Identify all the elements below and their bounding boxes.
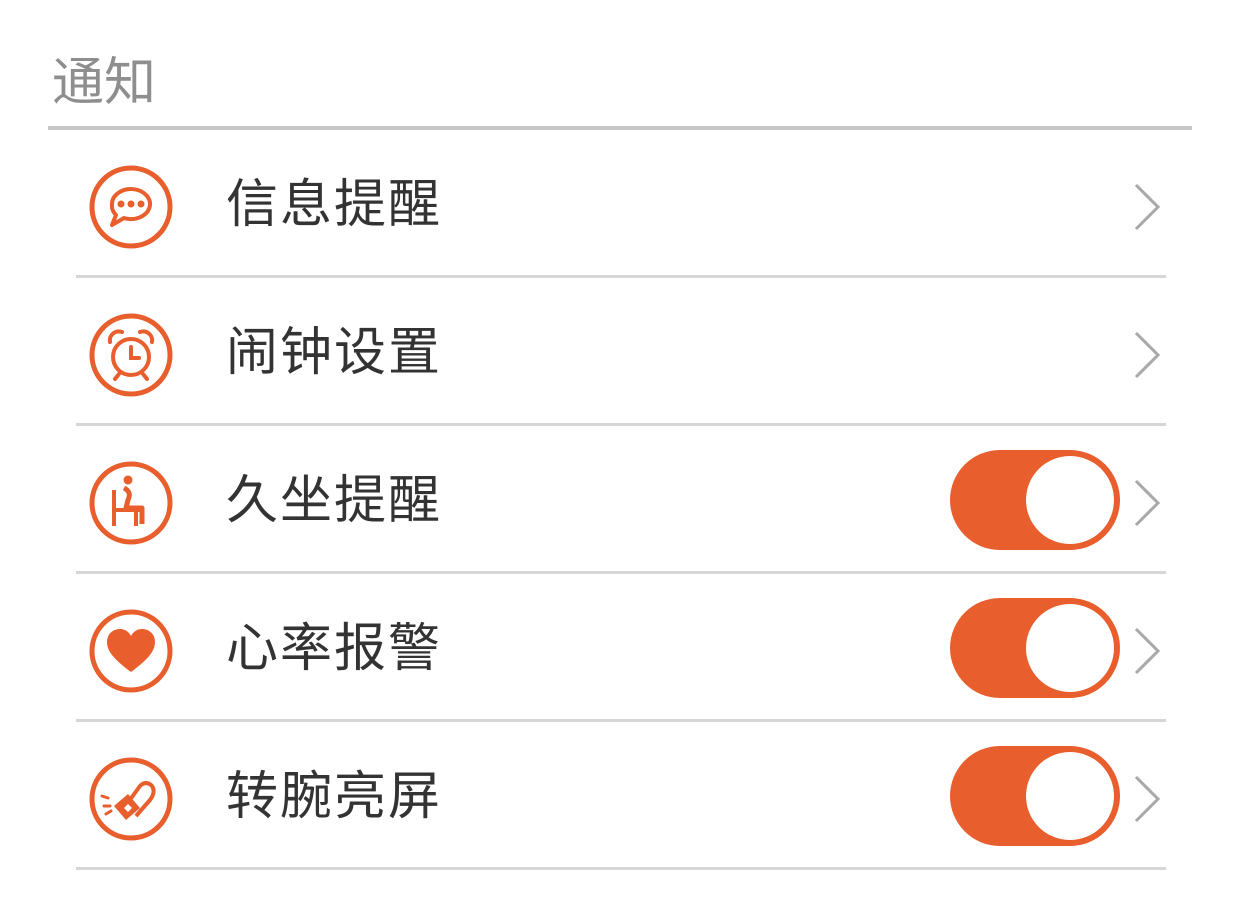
list-item-label: 转腕亮屏 xyxy=(226,767,443,827)
list-item-message-reminder[interactable]: 信息提醒 xyxy=(0,130,1242,278)
sedentary-reminder-toggle[interactable] xyxy=(950,450,1120,550)
chat-bubble-icon xyxy=(88,164,174,250)
alarm-clock-icon xyxy=(88,312,174,398)
list-item-alarm-settings[interactable]: 闹钟设置 xyxy=(0,278,1242,426)
toggle-knob xyxy=(1026,456,1114,544)
notification-settings-page: 通知 信息提醒 闹钟设置 久坐提醒 心率报警 转腕亮屏 xyxy=(0,0,1242,916)
sitting-person-icon xyxy=(88,460,174,546)
heart-icon xyxy=(88,608,174,694)
heart-rate-alarm-toggle[interactable] xyxy=(950,598,1120,698)
toggle-knob xyxy=(1026,752,1114,840)
list-item-heart-rate-alarm[interactable]: 心率报警 xyxy=(0,574,1242,722)
chevron-right-icon xyxy=(1132,182,1162,232)
chevron-right-icon xyxy=(1132,774,1162,824)
wrist-watch-icon xyxy=(88,756,174,842)
chevron-right-icon xyxy=(1132,478,1162,528)
list-item-label: 闹钟设置 xyxy=(226,323,443,383)
wrist-wake-toggle[interactable] xyxy=(950,746,1120,846)
list-item-label: 信息提醒 xyxy=(226,175,443,235)
toggle-knob xyxy=(1026,604,1114,692)
chevron-right-icon xyxy=(1132,330,1162,380)
list-item-sedentary-reminder[interactable]: 久坐提醒 xyxy=(0,426,1242,574)
list-item-label: 心率报警 xyxy=(226,619,443,679)
chevron-right-icon xyxy=(1132,626,1162,676)
list-item-wrist-wake[interactable]: 转腕亮屏 xyxy=(0,722,1242,870)
section-title: 通知 xyxy=(52,53,157,113)
notification-list: 信息提醒 闹钟设置 久坐提醒 心率报警 转腕亮屏 xyxy=(0,130,1242,870)
list-item-label: 久坐提醒 xyxy=(226,471,443,531)
